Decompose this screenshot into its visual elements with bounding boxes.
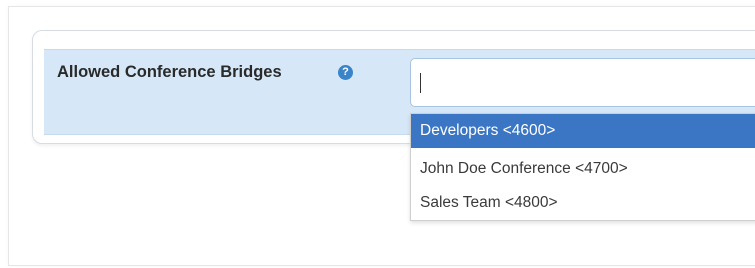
help-icon[interactable]: ? bbox=[338, 65, 353, 80]
dropdown-option-developers[interactable]: Developers <4600> bbox=[411, 114, 755, 148]
allowed-conference-bridges-label: Allowed Conference Bridges bbox=[57, 63, 282, 81]
dropdown-option-sales-team[interactable]: Sales Team <4800> bbox=[411, 186, 755, 220]
conference-bridges-input[interactable] bbox=[410, 58, 755, 107]
dropdown-option-john-doe-conference[interactable]: John Doe Conference <4700> bbox=[411, 152, 755, 186]
text-caret bbox=[420, 73, 421, 93]
settings-page: Allowed Conference Bridges ? Developers … bbox=[0, 0, 755, 268]
conference-bridges-dropdown[interactable]: Developers <4600> John Doe Conference <4… bbox=[410, 113, 755, 221]
